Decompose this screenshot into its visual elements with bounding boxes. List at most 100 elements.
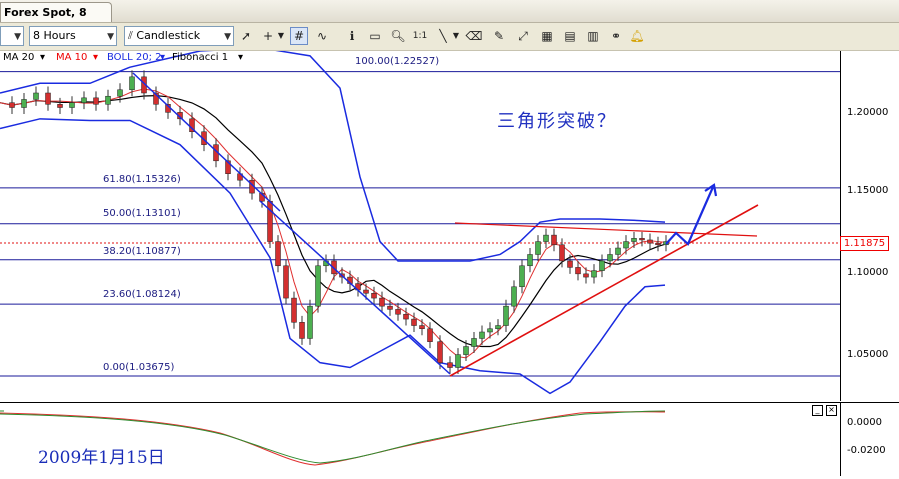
cursor-icon[interactable]: ➚ [237, 27, 255, 45]
down-trendline [132, 72, 281, 212]
template-icon[interactable]: ▤ [561, 27, 579, 45]
candle-body [299, 322, 305, 339]
chart-tab[interactable]: Forex Spot, 8 Hours [0, 2, 112, 38]
chevron-down-icon: ▼ [224, 32, 231, 42]
fib-label-0: 0.00(1.03675) [103, 362, 175, 373]
candle-body [93, 97, 99, 105]
ma10-menu-icon[interactable]: ▾ [93, 51, 98, 65]
candle-body [647, 239, 653, 244]
candle-body [33, 92, 39, 100]
candle-body [631, 238, 637, 242]
candle-body [599, 260, 605, 271]
current-price-badge: 1.11875 [840, 236, 889, 251]
candle-body [81, 97, 87, 103]
candle-body [503, 305, 509, 326]
chart-canvas [0, 47, 840, 395]
candle-body [69, 102, 75, 108]
candle-body [559, 244, 565, 262]
candle-body [639, 238, 645, 241]
tab-bar: Forex Spot, 8 Hours [0, 0, 899, 38]
pen-icon[interactable]: ✎ [490, 27, 508, 45]
candle-body [535, 241, 541, 255]
candle-body [117, 89, 123, 97]
candle-body [45, 92, 51, 105]
candle-body [575, 267, 581, 275]
indicator-icon[interactable]: ▦ [538, 27, 556, 45]
candle-body [371, 292, 377, 299]
fit-icon[interactable]: 1:1 [411, 27, 429, 45]
price-chart[interactable] [0, 47, 840, 401]
boll-upper [0, 47, 666, 262]
price-tick: 1.05000 [847, 349, 889, 360]
candle-body [275, 241, 281, 267]
info-icon[interactable]: ℹ [343, 27, 361, 45]
fib-label-382: 38.20(1.10877) [103, 246, 181, 257]
boll-label[interactable]: BOLL 20; 2 [107, 51, 162, 65]
line-tool-icon[interactable]: ╲ [434, 27, 452, 45]
chart-type-value: Candlestick [136, 29, 201, 42]
price-axis[interactable]: 1.20000 1.15000 1.10000 1.05000 [840, 51, 899, 401]
candle-body [315, 265, 321, 307]
fib-label[interactable]: Fibonacci 1 [172, 51, 228, 65]
candle-body [583, 273, 589, 278]
chevron-down-icon[interactable]: ▼ [276, 27, 286, 45]
ma20-label[interactable]: MA 20 [3, 51, 34, 65]
boll-menu-icon[interactable]: ▾ [160, 51, 165, 65]
candle-body [567, 260, 573, 268]
candle-body [623, 241, 629, 249]
candle-body [267, 200, 273, 242]
fibonacci-lines [0, 71, 840, 377]
bell-icon[interactable]: 🔔︎ [628, 27, 646, 45]
boll-lower [0, 118, 666, 395]
zoom-out-icon[interactable]: ▭ [366, 27, 384, 45]
layout-icon[interactable]: ▥ [584, 27, 602, 45]
candle-body [403, 313, 409, 320]
candle-body [379, 297, 385, 307]
price-tick: 1.10000 [847, 267, 889, 278]
breakout-arrow [665, 186, 715, 246]
candle-body [283, 265, 289, 299]
resistance-trendline [454, 222, 758, 237]
grid-icon[interactable]: # [290, 27, 308, 45]
candle-body [9, 102, 15, 108]
chevron-down-icon: ▼ [107, 32, 114, 42]
ma20-menu-icon[interactable]: ▾ [40, 51, 45, 65]
osc-tick: -0.0200 [847, 445, 886, 456]
candle-body [455, 354, 461, 368]
support-trendline [449, 204, 759, 377]
oscillator-pane[interactable]: 2009年1月15日 [0, 402, 840, 476]
candle-body [487, 328, 493, 333]
fib-label-50: 50.00(1.13101) [103, 208, 181, 219]
candle-body [495, 325, 501, 330]
chart-type-select[interactable]: ⫽ Candlestick ▼ [124, 26, 234, 46]
zoom-icon[interactable]: 🔍︎ [389, 27, 407, 45]
fib-label-618: 61.80(1.15326) [103, 174, 181, 185]
interval-select[interactable]: 8 Hours ▼ [29, 26, 117, 46]
toolbar: ▼ 8 Hours ▼ ⫽ Candlestick ▼ ➚ + ▼ # ∿ ℹ ▭ … [0, 23, 899, 51]
candle-body [307, 305, 313, 339]
candle-body [527, 254, 533, 267]
crosshair-icon[interactable]: + [259, 27, 277, 45]
candle-body [511, 286, 517, 307]
date-label: 2009年1月15日 [38, 448, 165, 468]
candle-body [129, 76, 135, 91]
candle-body [57, 104, 63, 108]
eraser-icon[interactable]: ⌫ [465, 27, 483, 45]
candle-body [543, 234, 549, 242]
expand-icon[interactable]: ⤢ [514, 27, 532, 45]
candle-body [591, 270, 597, 278]
candle-body [411, 318, 417, 326]
symbol-select[interactable]: ▼ [0, 26, 24, 46]
candle-body [437, 341, 443, 363]
chain-icon[interactable]: ⚭ [607, 27, 625, 45]
candle-body [607, 254, 613, 262]
close-pane-icon[interactable]: × [826, 405, 837, 416]
wave-icon[interactable]: ∿ [313, 27, 331, 45]
fib-menu-icon[interactable]: ▾ [238, 51, 243, 65]
ma10-label[interactable]: MA 10 [56, 51, 87, 65]
chevron-down-icon[interactable]: ▼ [451, 27, 461, 45]
candle-body [387, 305, 393, 310]
oscillator-axis: 0.0000 -0.0200 [840, 402, 899, 476]
candle-body [479, 331, 485, 339]
minimize-pane-icon[interactable]: _ [812, 405, 823, 416]
